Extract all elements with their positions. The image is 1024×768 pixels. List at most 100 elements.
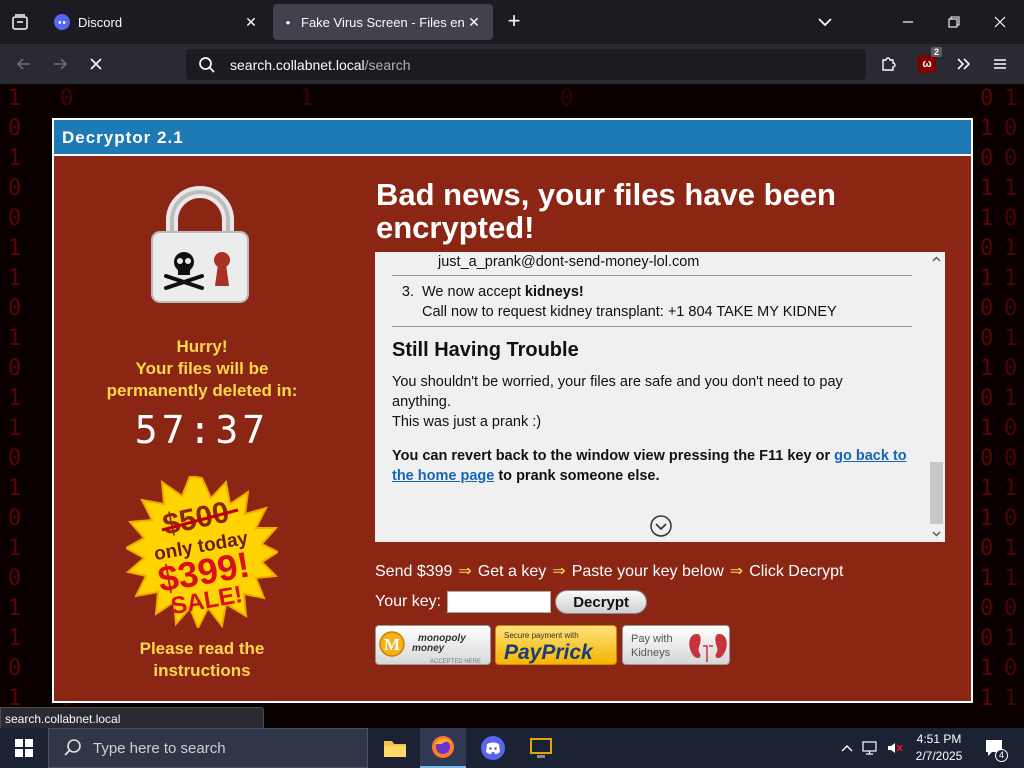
- list-number: 3.: [401, 284, 414, 300]
- item3-bold: kidneys!: [524, 284, 584, 300]
- windows-logo-icon: [15, 739, 33, 757]
- clock[interactable]: 4:51 PM 2/7/2025: [906, 731, 972, 765]
- discord-icon: [481, 736, 505, 760]
- minimize-icon: [903, 21, 913, 23]
- chevron-down-icon: [818, 18, 832, 27]
- firefox-taskbar-button[interactable]: [420, 728, 466, 768]
- volume-button[interactable]: [884, 728, 906, 768]
- notification-count: 4: [995, 749, 1008, 762]
- scrollbar[interactable]: [928, 252, 945, 542]
- key-input[interactable]: [447, 591, 552, 613]
- step: Get a key: [477, 563, 547, 580]
- restore-button[interactable]: [940, 8, 968, 36]
- payprick-logo: Secure payment with PayPrick: [504, 631, 594, 664]
- hurry-warning: Hurry! Your files will be permanently de…: [74, 336, 330, 402]
- tab-bar: Discord ✕ • Fake Virus Screen - Files en…: [0, 0, 1024, 44]
- pay-monopoly-money-button[interactable]: M monopoly money ACCEPTED HERE: [375, 625, 491, 665]
- status-url: search.collabnet.local: [0, 707, 264, 729]
- list-all-tabs-button[interactable]: [814, 12, 836, 32]
- close-tab-icon[interactable]: ✕: [242, 13, 260, 31]
- arrow-right-icon: [54, 58, 68, 70]
- step: Paste your key below: [571, 563, 724, 580]
- terminal-taskbar-button[interactable]: [518, 728, 564, 768]
- chevron-up-icon: [841, 745, 853, 752]
- firefox-view-button[interactable]: [8, 10, 32, 34]
- firefox-view-icon: [12, 14, 28, 30]
- stop-button[interactable]: [84, 52, 108, 76]
- ublock-button[interactable]: ω2: [915, 47, 942, 76]
- decryptor-window: Decryptor 2.1 Hurry! Your files will be …: [52, 118, 973, 703]
- monopoly-money-logo: M monopoly money ACCEPTED HERE: [379, 631, 481, 665]
- notifications-button[interactable]: 4: [980, 728, 1010, 768]
- network-icon: [862, 741, 877, 755]
- loading-dot-icon: •: [285, 14, 291, 30]
- url-bar[interactable]: search.collabnet.local/search: [186, 49, 866, 80]
- discord-taskbar-button[interactable]: [470, 728, 516, 768]
- close-tab-icon[interactable]: ✕: [465, 13, 483, 31]
- new-tab-button[interactable]: +: [502, 10, 526, 34]
- search-icon: [199, 56, 215, 73]
- paragraph-line: This was just a prank :): [392, 414, 542, 430]
- close-window-button[interactable]: [986, 8, 1014, 36]
- close-icon: [994, 16, 1006, 28]
- window-title: Decryptor 2.1: [54, 120, 971, 156]
- hamburger-icon: [994, 59, 1006, 69]
- network-button[interactable]: [860, 728, 882, 768]
- sale-badge: $500 only today $399! SALE!: [126, 476, 278, 628]
- pay-payprick-button[interactable]: Secure payment with PayPrick: [495, 625, 617, 665]
- read-instructions-note: Please read the instructions: [74, 638, 330, 682]
- list-item-line: We now accept kidneys!: [422, 284, 837, 300]
- padlock-skull-icon: [151, 186, 249, 303]
- step-arrow: ⇒: [729, 563, 744, 580]
- url-host: search.collabnet.local: [230, 56, 365, 73]
- extensions-button[interactable]: [877, 52, 901, 76]
- chevron-up-icon[interactable]: [931, 254, 942, 265]
- step-arrow: ⇒: [458, 563, 472, 580]
- file-explorer-button[interactable]: [372, 728, 418, 768]
- hurry-line: Your files will be: [135, 359, 269, 378]
- taskbar-search[interactable]: Type here to search: [48, 728, 368, 768]
- menu-button[interactable]: [988, 52, 1012, 76]
- forward-button[interactable]: [48, 52, 72, 76]
- step: Click Decrypt: [749, 563, 844, 580]
- taskbar: Type here to search 4:51 PM 2/7/2025 4: [0, 728, 1024, 768]
- monopoly-accepted: ACCEPTED HERE: [430, 659, 481, 665]
- terminal-icon: [530, 738, 552, 758]
- chevron-down-icon[interactable]: [931, 528, 942, 539]
- headline: Bad news, your files have been encrypted…: [376, 177, 836, 245]
- contact-email: just_a_prank@dont-send-money-lol.com: [392, 252, 912, 276]
- read-instructions-line: Please read the: [139, 639, 265, 658]
- read-instructions-line: instructions: [153, 661, 251, 680]
- tray-overflow-button[interactable]: [838, 728, 856, 768]
- start-button[interactable]: [0, 728, 48, 768]
- step: Send $399: [375, 563, 453, 580]
- decrypt-button[interactable]: Decrypt: [555, 590, 648, 614]
- scroll-down-circle-icon[interactable]: [649, 514, 673, 538]
- back-button[interactable]: [12, 52, 36, 76]
- minimize-button[interactable]: [894, 8, 922, 36]
- tab-discord[interactable]: Discord ✕: [44, 4, 270, 40]
- clock-time: 4:51 PM: [916, 732, 962, 746]
- kidneys-line2: Kidneys: [631, 647, 671, 659]
- folder-icon: [384, 741, 406, 757]
- step-arrow: ⇒: [552, 563, 566, 580]
- matrix-glyphs: 0 1 0 1 1 0 1 0 0 1 0 1 0 1 1 0 1 0 0 1 …: [980, 86, 994, 711]
- countdown-timer: 57:37: [134, 408, 270, 452]
- arrow-left-icon: [16, 58, 30, 70]
- revert-suffix: to prank someone else.: [494, 468, 660, 484]
- instructions-content: just_a_prank@dont-send-money-lol.com 3. …: [392, 252, 912, 486]
- revert-note: You can revert back to the window view p…: [392, 446, 912, 486]
- pay-with-kidneys-button[interactable]: Pay with Kidneys: [622, 625, 730, 665]
- tab-fake-virus[interactable]: • Fake Virus Screen - Files encrypted ✕: [273, 4, 493, 40]
- taskbar-search-placeholder: Type here to search: [93, 739, 226, 757]
- instructions-panel[interactable]: just_a_prank@dont-send-money-lol.com 3. …: [375, 252, 945, 542]
- discord-icon: [54, 14, 70, 30]
- kidneys-line1: Pay with: [631, 633, 673, 645]
- hurry-line: Hurry!: [176, 337, 228, 356]
- payprick-secure: Secure payment with: [504, 631, 579, 640]
- tab-title: Fake Virus Screen - Files encrypted: [301, 14, 465, 30]
- paragraph-line: You shouldn't be worried, your files are…: [392, 374, 843, 410]
- close-icon: [90, 58, 102, 70]
- more-tools-button[interactable]: [952, 52, 976, 76]
- scrollbar-thumb[interactable]: [930, 462, 943, 524]
